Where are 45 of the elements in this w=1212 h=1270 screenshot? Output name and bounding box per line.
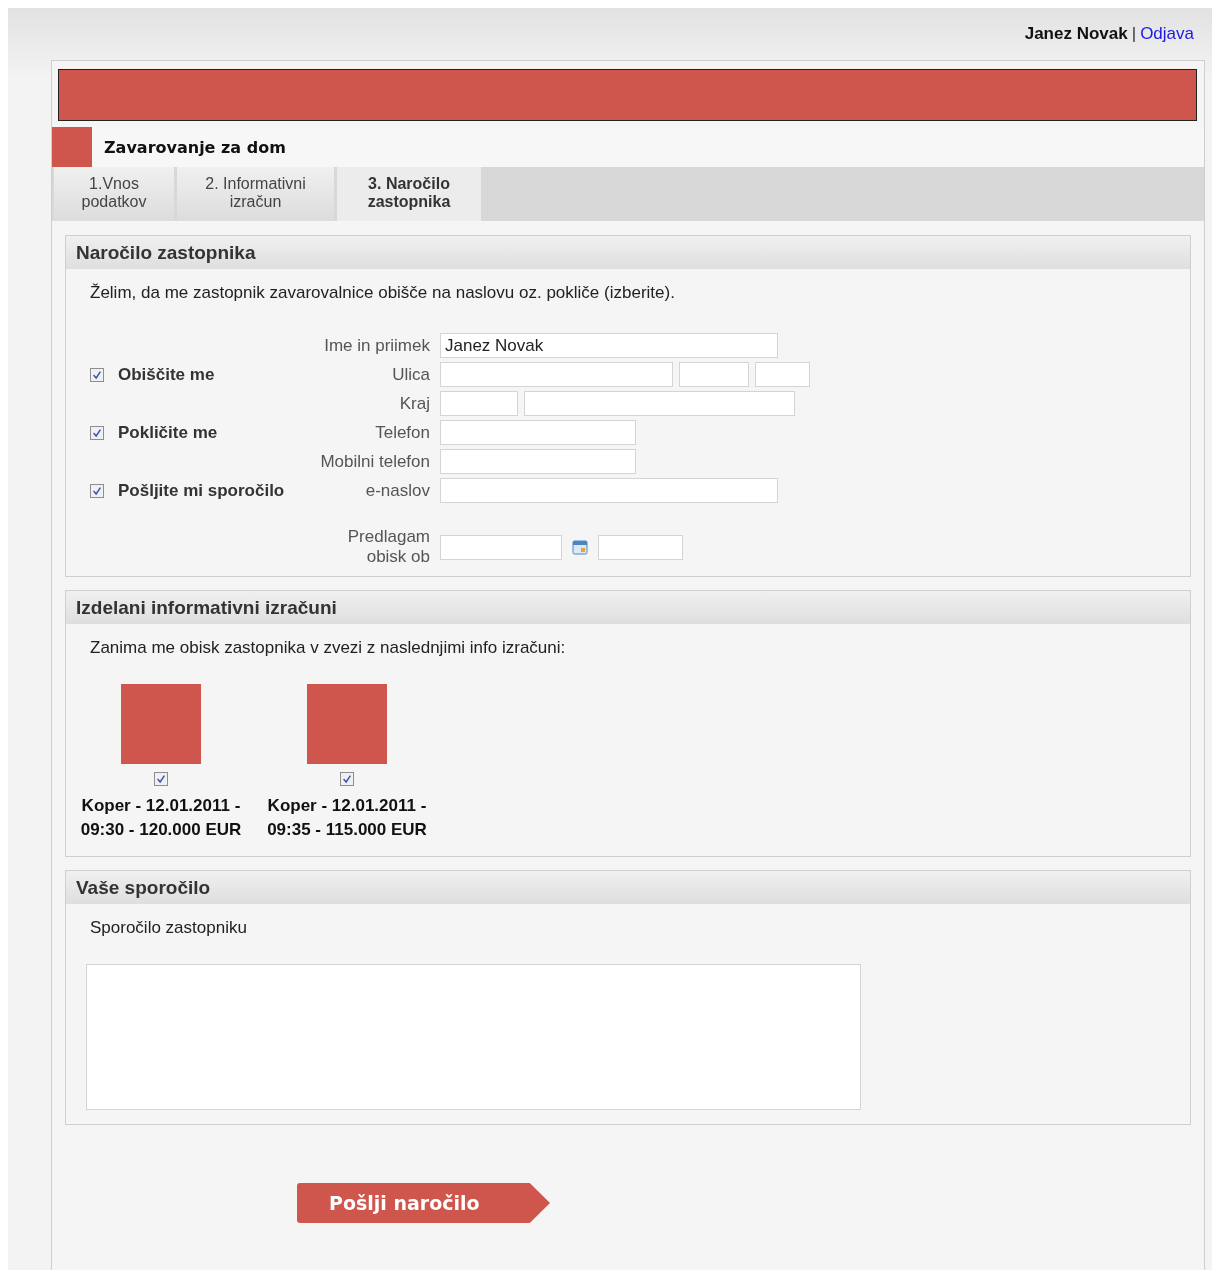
checkbox[interactable]	[90, 367, 104, 382]
tab[interactable]: 3. Naročilo zastopnika	[337, 167, 481, 221]
input-field[interactable]	[679, 362, 749, 387]
field-label: Telefon	[374, 422, 431, 443]
product-marker	[52, 127, 92, 167]
input-field[interactable]	[440, 449, 636, 474]
input-field[interactable]	[440, 362, 673, 387]
option-label: Obiščite me	[118, 364, 215, 385]
section-header: Izdelani informativni izračuni	[66, 591, 1190, 624]
calculation-label: Koper - 12.01.2011 - 09:30 - 120.000 EUR	[79, 795, 243, 841]
submit-button[interactable]: Pošlji naročilo	[297, 1183, 550, 1223]
field-label: Predlagam obisk ob	[346, 527, 431, 567]
field-label: Kraj	[398, 393, 431, 414]
input-field[interactable]	[440, 478, 778, 503]
intro-text: Želim, da me zastopnik zavarovalnice obišče na naslovu oz. pokliče (izberite).	[90, 283, 676, 303]
message-field[interactable]	[86, 964, 861, 1110]
user-name: Janez Novak	[1024, 24, 1128, 44]
input-field[interactable]	[440, 534, 562, 560]
option-label: Pokličite me	[118, 422, 218, 443]
field-label: Mobilni telefon	[319, 451, 431, 472]
field-label: Ulica	[391, 364, 431, 385]
input-field[interactable]	[440, 391, 518, 416]
option-label: Pošljite mi sporočilo	[118, 480, 285, 501]
section-header: Vaše sporočilo	[66, 871, 1190, 904]
input-field[interactable]	[755, 362, 810, 387]
product-title: Zavarovanje za dom	[104, 137, 286, 157]
calendar-icon[interactable]	[572, 539, 588, 555]
tab[interactable]: 2. Informativni izračun	[177, 167, 334, 221]
calculation-label: Koper - 12.01.2011 - 09:35 - 115.000 EUR	[266, 795, 428, 841]
field-label: e-naslov	[364, 480, 431, 501]
section-header: Naročilo zastopnika	[66, 236, 1190, 269]
checkbox[interactable]	[90, 483, 104, 498]
checkbox[interactable]	[154, 772, 168, 786]
intro-text: Zanima me obisk zastopnika v zvezi z naslednjimi info izračuni:	[90, 638, 567, 658]
tab[interactable]: 1.Vnos podatkov	[54, 167, 174, 221]
field-label: Sporočilo zastopniku	[90, 918, 248, 938]
checkbox[interactable]	[340, 772, 354, 786]
checkbox[interactable]	[90, 425, 104, 440]
field-label: Ime in priimek	[323, 335, 431, 356]
input-field[interactable]	[524, 391, 795, 416]
input-field[interactable]	[598, 534, 683, 560]
input-field[interactable]	[440, 420, 636, 445]
separator: |	[1131, 24, 1137, 44]
input-field[interactable]: Janez Novak	[440, 333, 778, 358]
logout-link[interactable]: Odjava	[1140, 24, 1194, 44]
